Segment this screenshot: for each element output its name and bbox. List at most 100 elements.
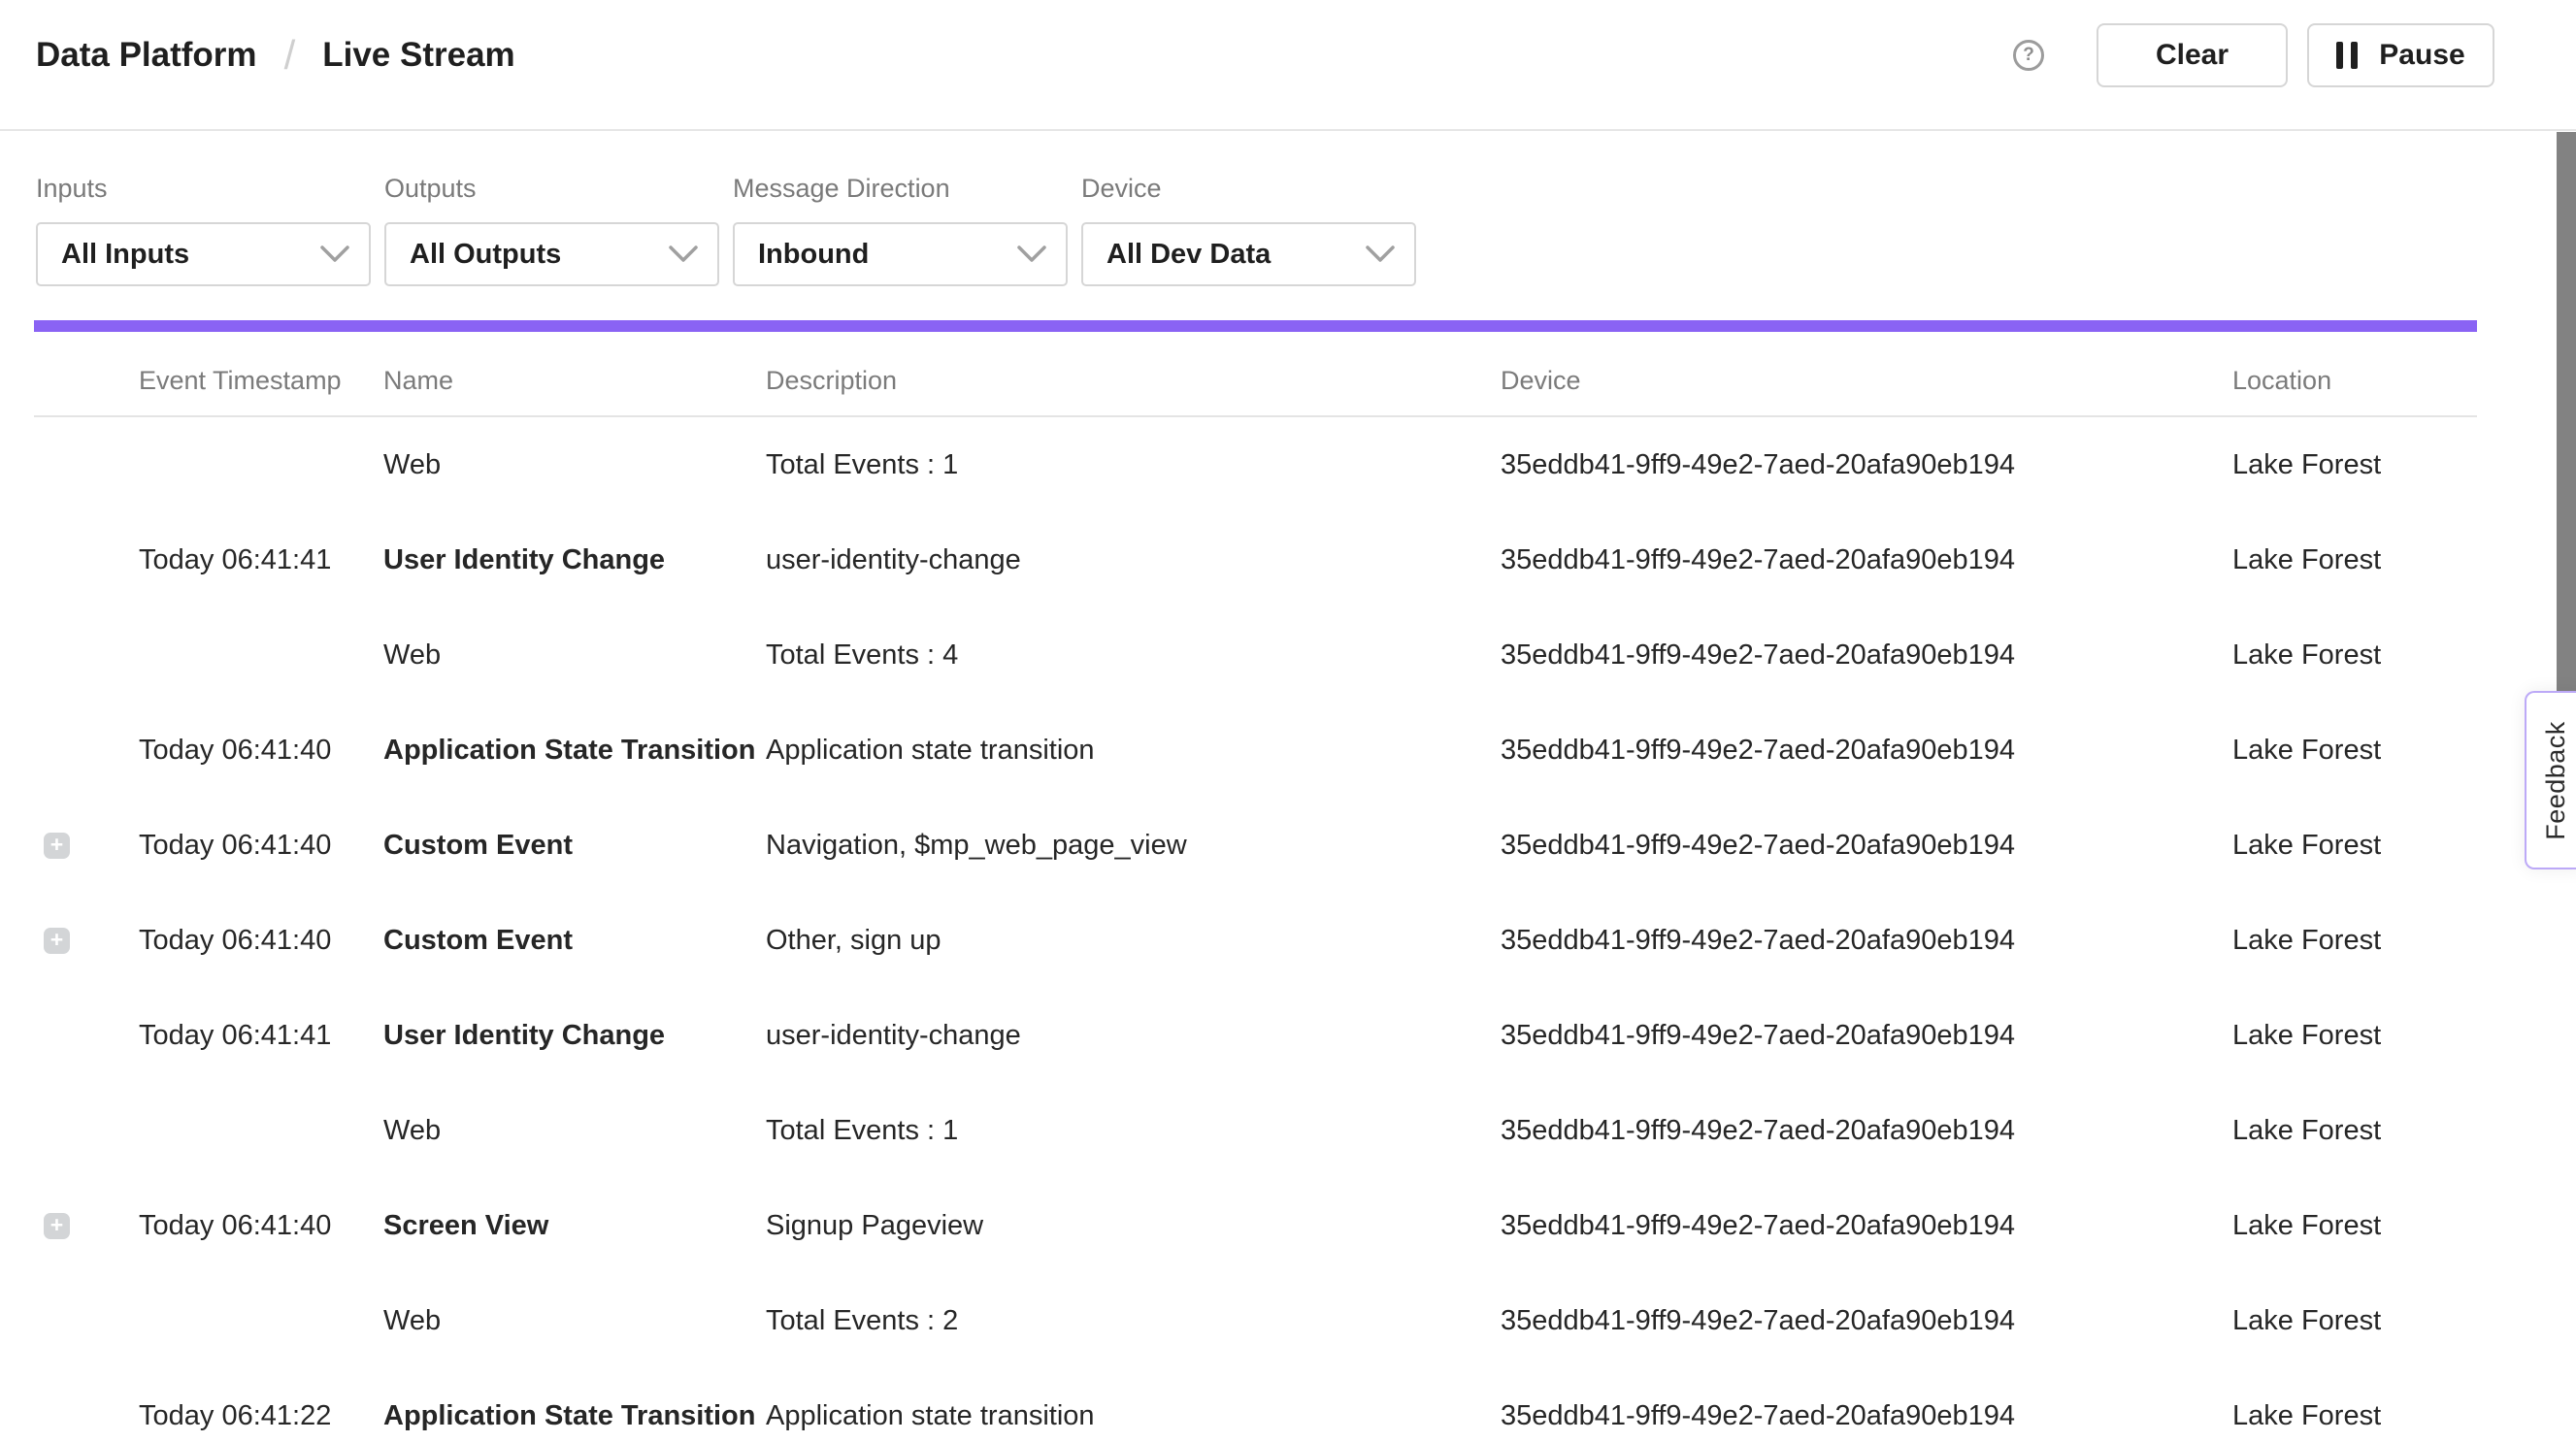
chevron-down-icon [320, 246, 349, 263]
device-id-cell: 35eddb41-9ff9-49e2-7aed-20afa90eb194 [1501, 544, 2232, 576]
timestamp-column-header: Event Timestamp [139, 366, 383, 396]
table-header-row: Event Timestamp Name Description Device … [34, 332, 2477, 417]
scrollbar-thumb[interactable] [2557, 132, 2576, 693]
device-id-cell: 35eddb41-9ff9-49e2-7aed-20afa90eb194 [1501, 735, 2232, 767]
table-row[interactable]: Web Total Events : 1 35eddb41-9ff9-49e2-… [34, 1083, 2477, 1178]
device-id-cell: 35eddb41-9ff9-49e2-7aed-20afa90eb194 [1501, 925, 2232, 957]
help-icon[interactable]: ? [2013, 40, 2044, 71]
event-name-cell: User Identity Change [383, 544, 766, 576]
location-cell: Lake Forest [2232, 1210, 2477, 1242]
table-row[interactable]: Today 06:41:41 User Identity Change user… [34, 988, 2477, 1083]
event-description-cell: Total Events : 1 [766, 449, 1501, 481]
event-description-cell: Application state transition [766, 1400, 1501, 1432]
location-cell: Lake Forest [2232, 1400, 2477, 1432]
event-description-cell: user-identity-change [766, 544, 1501, 576]
device-column-header: Device [1501, 366, 2232, 396]
device-id-cell: 35eddb41-9ff9-49e2-7aed-20afa90eb194 [1501, 830, 2232, 862]
event-name-cell: Screen View [383, 1210, 766, 1242]
table-row[interactable]: Web Total Events : 2 35eddb41-9ff9-49e2-… [34, 1273, 2477, 1368]
chevron-down-icon [1017, 246, 1046, 263]
inputs-dropdown[interactable]: All Inputs [36, 222, 371, 286]
device-id-cell: 35eddb41-9ff9-49e2-7aed-20afa90eb194 [1501, 1020, 2232, 1052]
location-cell: Lake Forest [2232, 544, 2477, 576]
event-description-cell: Application state transition [766, 735, 1501, 767]
event-name-cell: Application State Transition [383, 1400, 766, 1432]
filter-outputs: Outputs All Outputs [384, 176, 719, 286]
event-name-cell: Custom Event [383, 830, 766, 862]
plus-glyph: + [50, 929, 63, 951]
chevron-down-icon [669, 246, 698, 263]
pause-button[interactable]: Pause [2307, 23, 2494, 87]
event-timestamp-cell: Today 06:41:41 [139, 544, 383, 576]
device-id-cell: 35eddb41-9ff9-49e2-7aed-20afa90eb194 [1501, 1400, 2232, 1432]
location-cell: Lake Forest [2232, 830, 2477, 862]
pause-button-label: Pause [2379, 39, 2464, 72]
table-row[interactable]: + Today 06:41:40 Screen View Signup Page… [34, 1178, 2477, 1273]
event-name-cell: Web [383, 1305, 766, 1337]
event-timestamp-cell: Today 06:41:40 [139, 925, 383, 957]
location-cell: Lake Forest [2232, 1020, 2477, 1052]
device-id-cell: 35eddb41-9ff9-49e2-7aed-20afa90eb194 [1501, 1115, 2232, 1147]
event-description-cell: Navigation, $mp_web_page_view [766, 830, 1501, 862]
event-timestamp-cell: Today 06:41:40 [139, 830, 383, 862]
device-id-cell: 35eddb41-9ff9-49e2-7aed-20afa90eb194 [1501, 449, 2232, 481]
device-id-cell: 35eddb41-9ff9-49e2-7aed-20afa90eb194 [1501, 1210, 2232, 1242]
table-row[interactable]: + Today 06:41:40 Custom Event Other, sig… [34, 893, 2477, 988]
event-timestamp-cell: Today 06:41:40 [139, 1210, 383, 1242]
pause-icon [2336, 42, 2358, 69]
table-row[interactable]: Today 06:41:41 User Identity Change user… [34, 512, 2477, 607]
expand-icon[interactable]: + [44, 1213, 70, 1239]
filter-device: Device All Dev Data [1081, 176, 1416, 286]
event-name-cell: Web [383, 1115, 766, 1147]
event-description-cell: Other, sign up [766, 925, 1501, 957]
breadcrumb-separator: / [284, 32, 296, 79]
help-glyph: ? [2023, 45, 2034, 66]
breadcrumb-section[interactable]: Data Platform [36, 36, 257, 75]
table-row[interactable]: Today 06:41:22 Application State Transit… [34, 1368, 2477, 1442]
name-column-header: Name [383, 366, 766, 396]
accent-bar [34, 320, 2477, 332]
expand-icon[interactable]: + [44, 928, 70, 954]
location-cell: Lake Forest [2232, 449, 2477, 481]
outputs-dropdown[interactable]: All Outputs [384, 222, 719, 286]
location-cell: Lake Forest [2232, 639, 2477, 672]
device-id-cell: 35eddb41-9ff9-49e2-7aed-20afa90eb194 [1501, 639, 2232, 672]
feedback-tab-label: Feedback [2541, 721, 2571, 840]
event-name-cell: Custom Event [383, 925, 766, 957]
message-direction-dropdown[interactable]: Inbound [733, 222, 1068, 286]
table-row[interactable]: + Today 06:41:40 Custom Event Navigation… [34, 798, 2477, 893]
plus-glyph: + [50, 1214, 63, 1236]
plus-glyph: + [50, 834, 63, 856]
device-id-cell: 35eddb41-9ff9-49e2-7aed-20afa90eb194 [1501, 1305, 2232, 1337]
event-name-cell: User Identity Change [383, 1020, 766, 1052]
page-title: Live Stream [322, 36, 514, 75]
top-bar: Data Platform / Live Stream ? Clear Paus… [0, 0, 2576, 131]
event-description-cell: Total Events : 2 [766, 1305, 1501, 1337]
expand-icon[interactable]: + [44, 833, 70, 859]
event-timestamp-cell: Today 06:41:41 [139, 1020, 383, 1052]
event-name-cell: Application State Transition [383, 735, 766, 767]
event-timestamp-cell: Today 06:41:22 [139, 1400, 383, 1432]
device-dropdown[interactable]: All Dev Data [1081, 222, 1416, 286]
message-direction-filter-label: Message Direction [733, 176, 1068, 202]
event-name-cell: Web [383, 639, 766, 672]
event-description-cell: Total Events : 4 [766, 639, 1501, 672]
event-timestamp-cell: Today 06:41:40 [139, 735, 383, 767]
table-row[interactable]: Web Total Events : 4 35eddb41-9ff9-49e2-… [34, 607, 2477, 703]
outputs-dropdown-value: All Outputs [410, 239, 561, 271]
table-row[interactable]: Today 06:41:40 Application State Transit… [34, 703, 2477, 798]
feedback-tab[interactable]: Feedback [2525, 691, 2576, 869]
description-column-header: Description [766, 366, 1501, 396]
location-cell: Lake Forest [2232, 925, 2477, 957]
event-description-cell: Signup Pageview [766, 1210, 1501, 1242]
expand-cell: + [34, 928, 139, 954]
filter-inputs: Inputs All Inputs [36, 176, 371, 286]
table-row[interactable]: Web Total Events : 1 35eddb41-9ff9-49e2-… [34, 417, 2477, 512]
expand-cell: + [34, 1213, 139, 1239]
outputs-filter-label: Outputs [384, 176, 719, 202]
live-stream-table: Event Timestamp Name Description Device … [34, 332, 2477, 1442]
device-filter-label: Device [1081, 176, 1416, 202]
clear-button[interactable]: Clear [2097, 23, 2288, 87]
filter-bar: Inputs All Inputs Outputs All Outputs Me… [0, 131, 2576, 286]
event-description-cell: Total Events : 1 [766, 1115, 1501, 1147]
